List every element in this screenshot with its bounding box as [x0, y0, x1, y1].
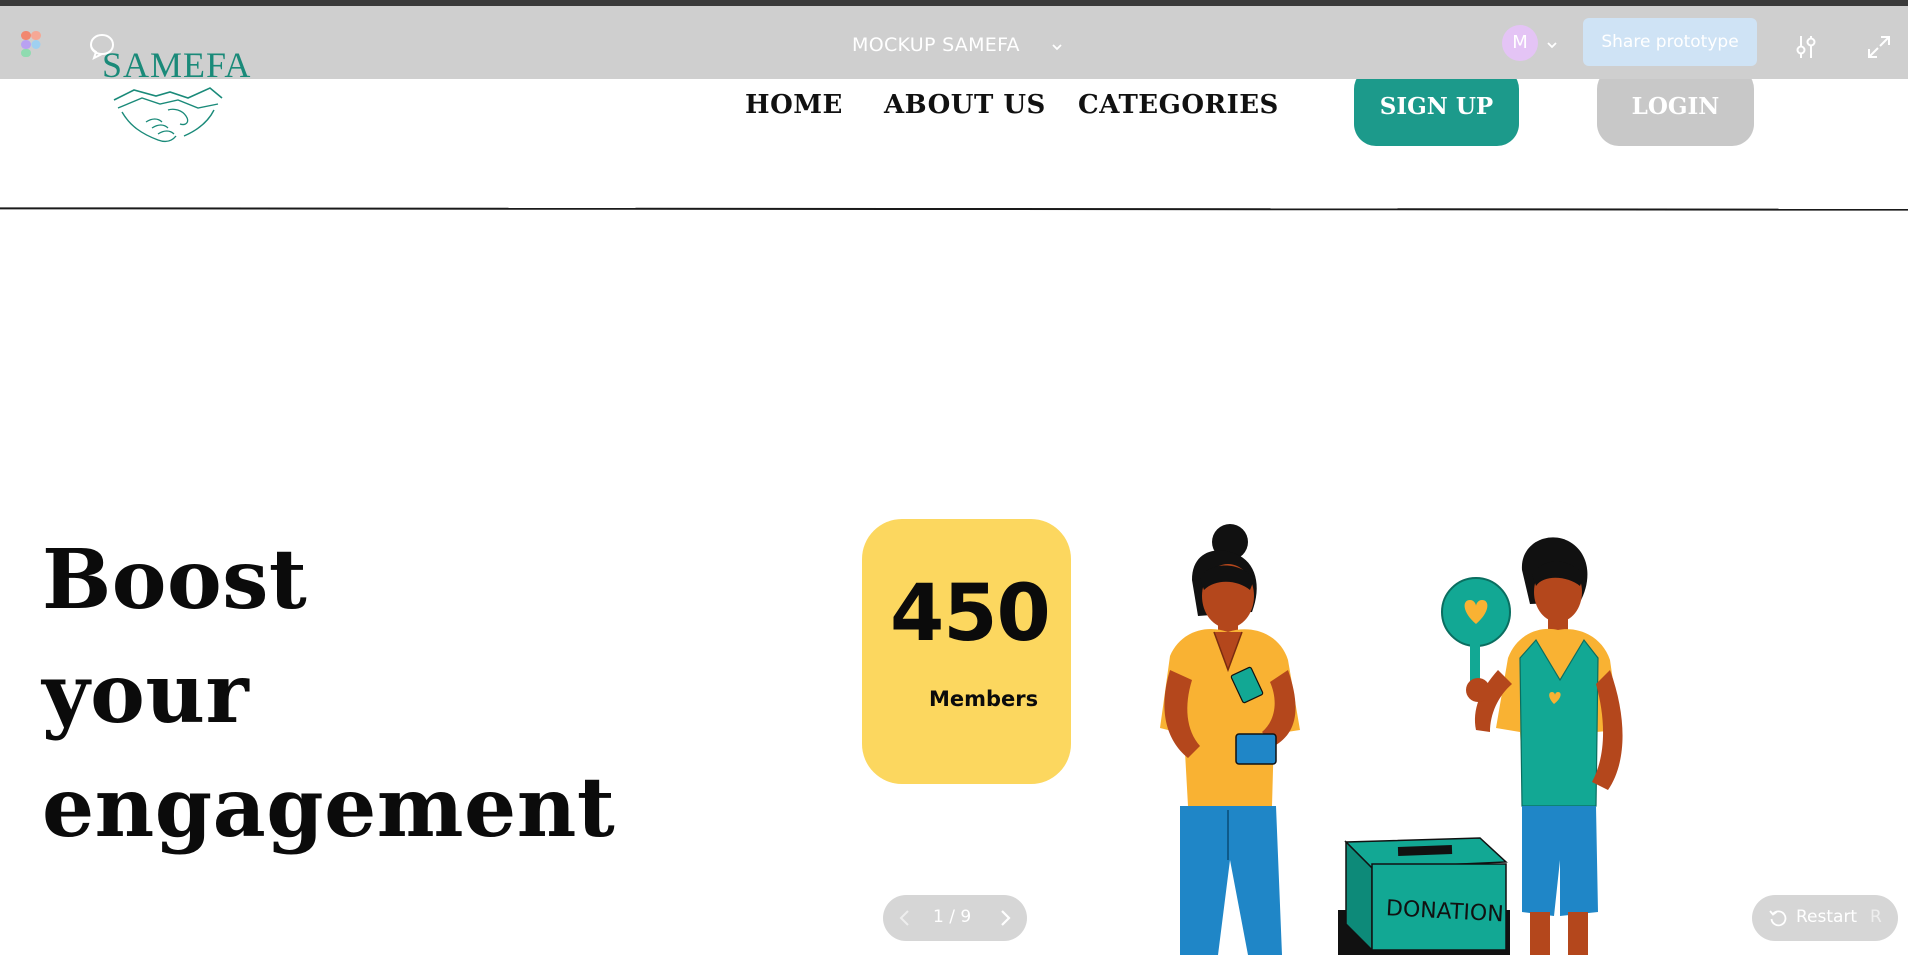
- donation-box: DONATION: [1338, 837, 1510, 955]
- figma-logo-icon[interactable]: [20, 30, 42, 58]
- prototype-toolbar: MOCKUP SAMEFA M Share prototype: [0, 6, 1908, 79]
- nav-home-link[interactable]: HOME: [745, 90, 843, 120]
- nav-about-link[interactable]: ABOUT US: [884, 90, 1046, 120]
- samefa-logo[interactable]: SAMEFA: [98, 44, 250, 144]
- prototype-pager: 1 / 9: [883, 895, 1027, 941]
- members-stat-card: 450 Members: [862, 519, 1071, 784]
- chevron-down-icon[interactable]: [1050, 40, 1064, 54]
- hero-heading-line-1: Boost: [42, 532, 308, 628]
- prototype-title[interactable]: MOCKUP SAMEFA: [852, 34, 1020, 56]
- expand-icon[interactable]: [1866, 34, 1892, 60]
- settings-sliders-icon[interactable]: [1795, 34, 1817, 60]
- user-avatar[interactable]: M: [1502, 25, 1538, 61]
- woman-with-money-figure: [1160, 524, 1300, 955]
- next-frame-icon[interactable]: [995, 908, 1015, 928]
- nav-categories-link[interactable]: CATEGORIES: [1078, 90, 1279, 120]
- restart-shortcut-key: R: [1870, 907, 1882, 927]
- previous-frame-icon[interactable]: [895, 908, 915, 928]
- logo-wordmark: SAMEFA: [102, 45, 252, 85]
- members-count: 450: [890, 569, 1051, 659]
- avatar-chevron-down-icon[interactable]: [1545, 38, 1559, 52]
- restart-label: Restart: [1796, 907, 1858, 927]
- restart-button[interactable]: Restart R: [1752, 895, 1898, 941]
- hero-heading-line-2: your: [42, 646, 250, 742]
- restart-icon: [1769, 910, 1787, 927]
- donation-illustration: DONATION: [1160, 524, 1623, 955]
- members-label: Members: [929, 687, 1039, 711]
- frame-indicator: 1 / 9: [933, 907, 972, 927]
- handshake-icon: [113, 87, 223, 143]
- share-prototype-button[interactable]: Share prototype: [1583, 18, 1757, 66]
- header-divider: [0, 207, 1908, 211]
- hero-heading-line-3: engagement: [42, 760, 616, 856]
